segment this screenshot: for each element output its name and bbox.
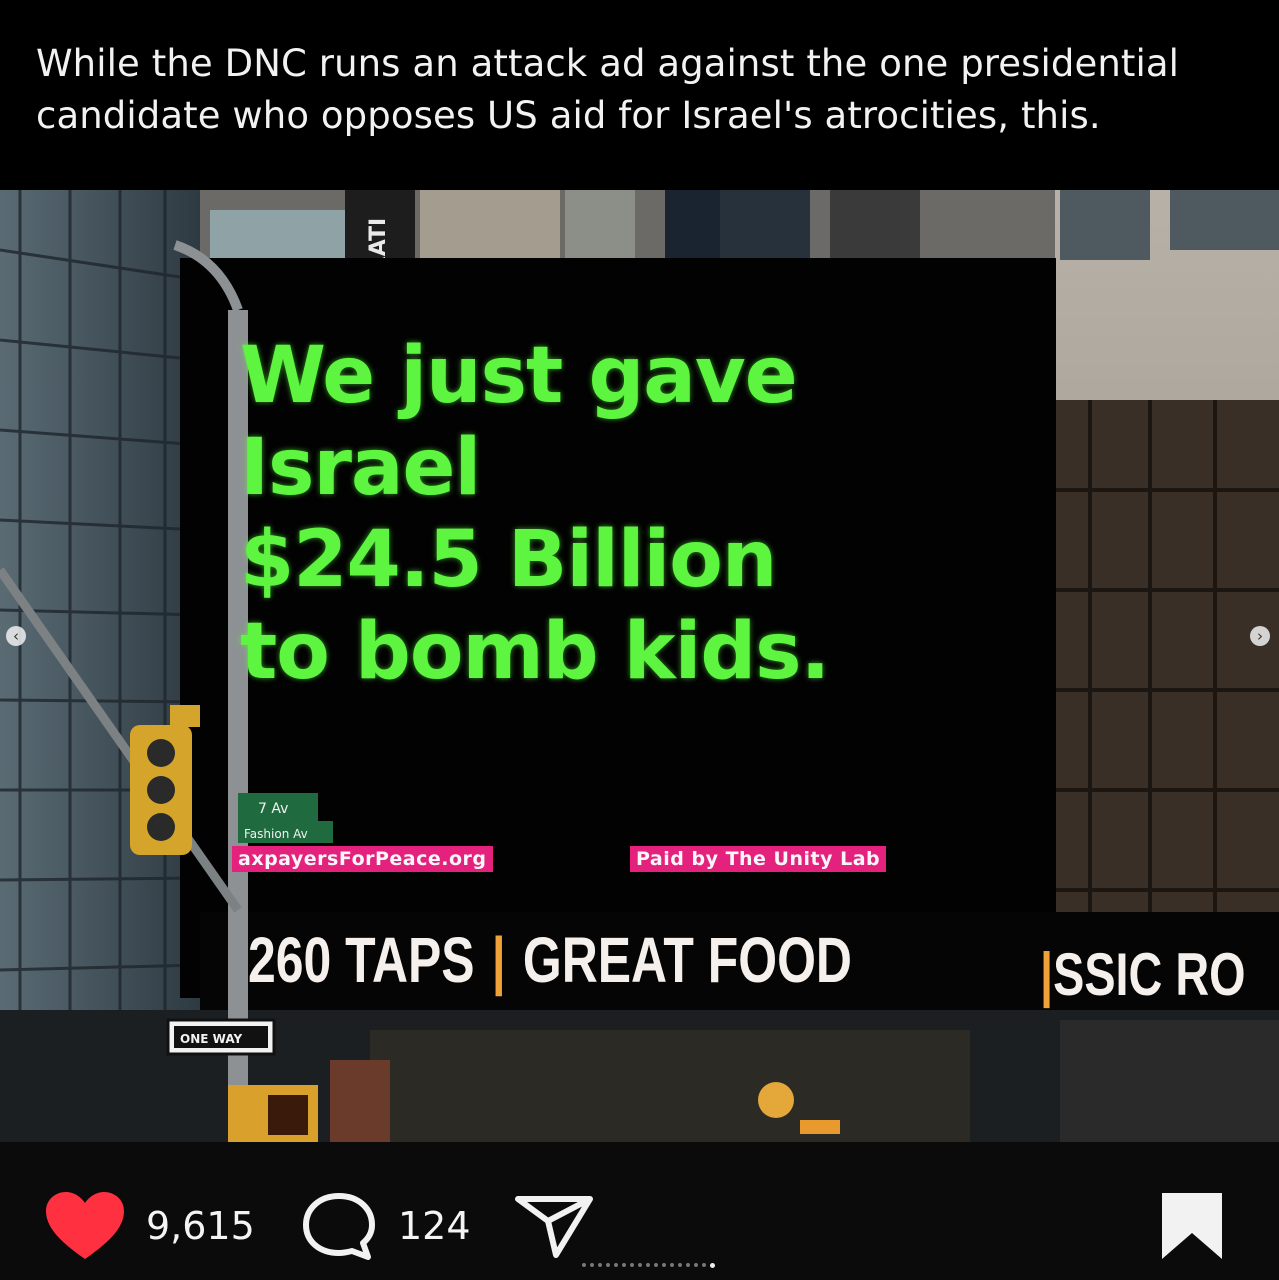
post-caption: While the DNC runs an attack ad against … bbox=[36, 42, 1180, 137]
carousel-dot bbox=[606, 1263, 610, 1267]
post-action-bar: 9,615 124 bbox=[0, 1142, 1279, 1280]
likes-count-wrap[interactable]: 9,615 bbox=[146, 1194, 255, 1258]
ticker-left-text: 260 TAPS bbox=[248, 924, 475, 996]
comments-count-wrap[interactable]: 124 bbox=[398, 1194, 471, 1258]
carousel-dot bbox=[710, 1262, 715, 1268]
carousel-dot bbox=[590, 1263, 594, 1267]
one-way-sign-text: ONE WAY bbox=[180, 1032, 242, 1046]
street-sign-subtext: Fashion Av bbox=[244, 827, 308, 841]
carousel-dot bbox=[630, 1263, 634, 1267]
carousel-dot bbox=[614, 1263, 618, 1267]
billboard-url-tag: axpayersForPeace.org bbox=[232, 846, 493, 872]
likes-count: 9,615 bbox=[146, 1204, 255, 1248]
like-button[interactable] bbox=[44, 1192, 126, 1259]
carousel-dot bbox=[670, 1263, 674, 1267]
carousel-dot bbox=[622, 1263, 626, 1267]
share-button[interactable] bbox=[512, 1194, 596, 1258]
bookmark-icon bbox=[1162, 1193, 1222, 1259]
heart-icon bbox=[46, 1192, 124, 1259]
paper-plane-icon bbox=[515, 1196, 593, 1258]
save-button[interactable] bbox=[1160, 1193, 1224, 1259]
billboard-paid-by-tag: Paid by The Unity Lab bbox=[630, 846, 887, 872]
ticker-right-text: GREAT FOOD bbox=[522, 924, 852, 996]
carousel-dot bbox=[598, 1263, 602, 1267]
post-caption-area: While the DNC runs an attack ad against … bbox=[0, 0, 1279, 190]
carousel-indicator bbox=[582, 1262, 715, 1268]
carousel-dot bbox=[654, 1263, 658, 1267]
billboard-line: Israel bbox=[240, 423, 481, 513]
carousel-next-button[interactable]: › bbox=[1250, 626, 1270, 646]
comment-bubble-icon bbox=[303, 1193, 375, 1260]
ticker-edge-text: SSIC RO bbox=[1053, 941, 1246, 1008]
billboard-line: $24.5 Billion bbox=[240, 515, 777, 605]
billboard-ticker-edge: |SSIC RO bbox=[1040, 935, 1246, 1015]
ticker-edge-bar: | bbox=[1040, 941, 1054, 1008]
billboard-ticker: 260 TAPS | GREAT FOOD bbox=[248, 920, 852, 1000]
carousel-dot bbox=[646, 1263, 650, 1267]
billboard-line: We just gave bbox=[240, 331, 798, 421]
billboard-line: to bomb kids. bbox=[240, 607, 830, 697]
billboard-headline: We just gave Israel $24.5 Billion to bom… bbox=[240, 330, 1040, 698]
carousel-dot bbox=[686, 1263, 690, 1267]
carousel-dot bbox=[662, 1263, 666, 1267]
carousel-prev-button[interactable]: ‹ bbox=[6, 626, 26, 646]
street-sign-text: 7 Av bbox=[258, 801, 288, 817]
carousel-dot bbox=[678, 1263, 682, 1267]
comment-button[interactable] bbox=[300, 1193, 378, 1260]
carousel-dot bbox=[702, 1263, 706, 1267]
post-image[interactable]: BRATI 7 Av Fashion Av ONE WAY We just ga… bbox=[0, 190, 1279, 1142]
comments-count: 124 bbox=[398, 1204, 471, 1248]
ticker-separator: | bbox=[491, 924, 506, 996]
carousel-dot bbox=[694, 1263, 698, 1267]
carousel-dot bbox=[638, 1263, 642, 1267]
carousel-dot bbox=[582, 1263, 586, 1267]
